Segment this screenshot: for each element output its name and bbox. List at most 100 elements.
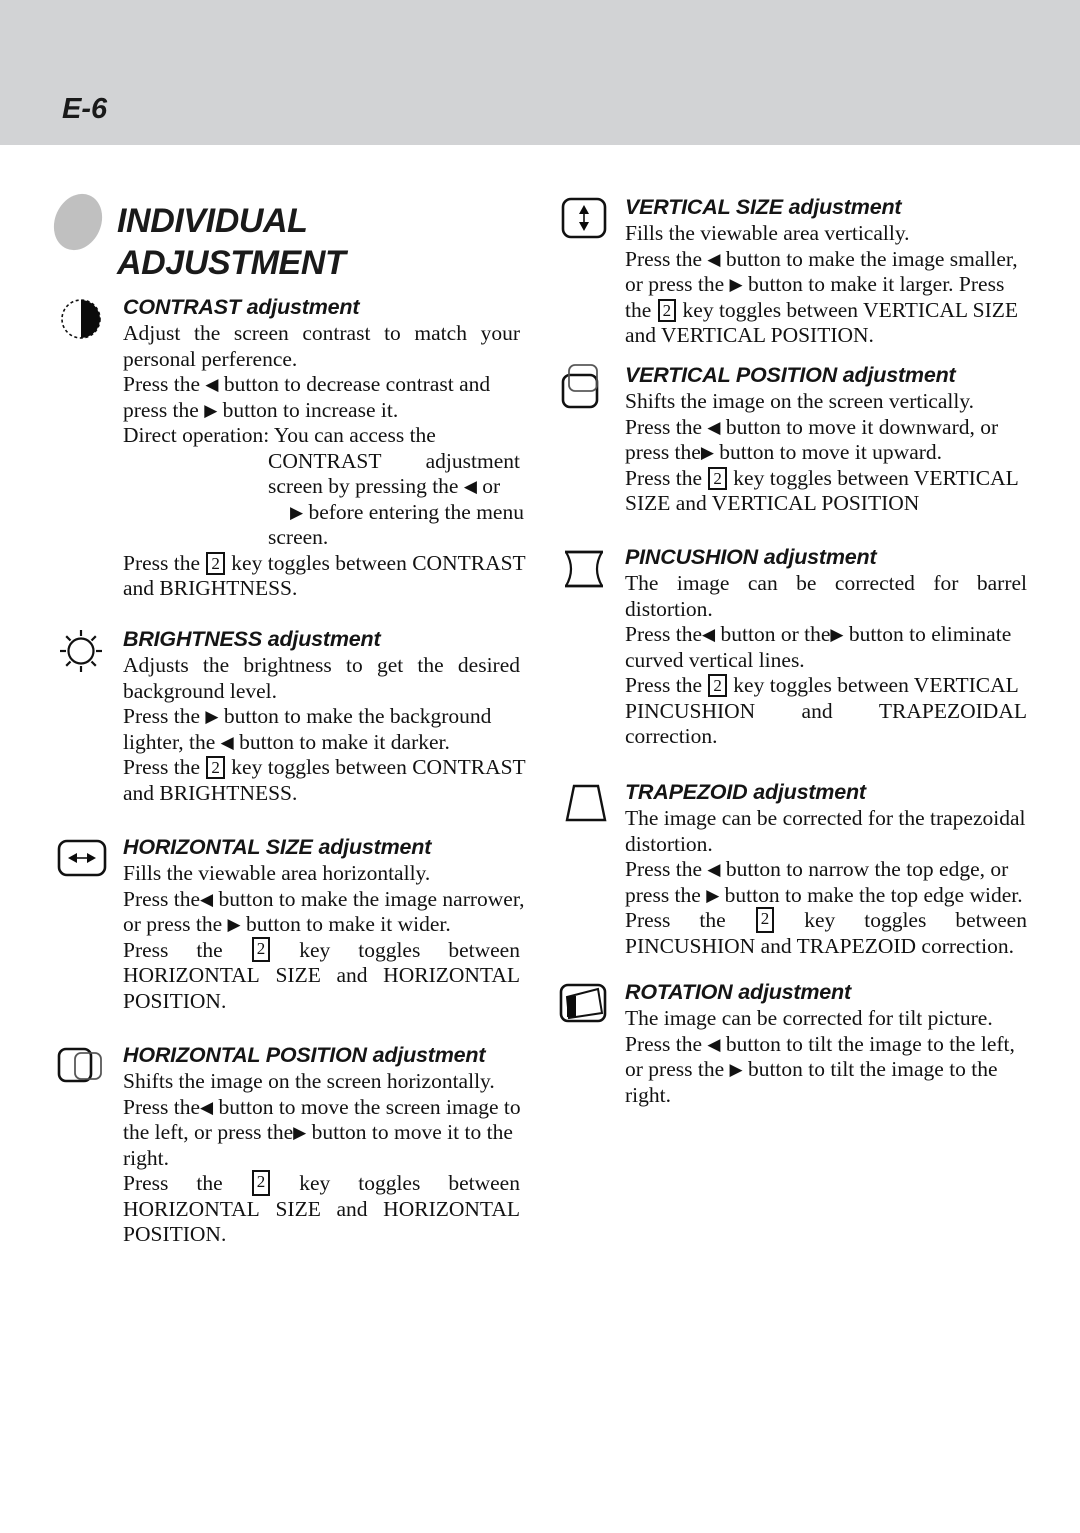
text-span: SIZE and VERTICAL POSITION: [625, 491, 920, 515]
vertical-size-heading: VERTICAL SIZE adjustment: [625, 195, 902, 219]
text-span: button to make the image smaller,: [720, 246, 1018, 271]
page-title-line-1: INDIVIDUAL: [117, 202, 308, 240]
text-line: The image can be corrected for the trape…: [625, 806, 1027, 832]
text-span: Press the: [625, 857, 708, 881]
text-line: Press the ◀ button to decrease contrast …: [123, 372, 520, 398]
text-span: button to make the image narrower,: [213, 886, 525, 911]
text-span: and BRIGHTNESS.: [123, 780, 298, 805]
page-title: INDIVIDUAL ADJUSTMENT: [117, 200, 517, 284]
vertical-size-body: Fills the viewable area vertically. Pres…: [557, 221, 1027, 349]
text-line: Adjusts the brightness to get the desire…: [123, 653, 520, 679]
text-line: The image can be corrected for barrel: [625, 571, 1027, 597]
text-line: Press the 2 key toggles between CONTRAST: [123, 551, 526, 577]
text-span: Press: [123, 1171, 169, 1195]
section-rotation: ROTATION adjustment The image can be cor…: [557, 980, 1027, 1108]
text-span: key: [299, 937, 331, 962]
text-span: The image can be corrected for tilt pict…: [625, 1006, 993, 1030]
text-span: button to move it to the: [306, 1120, 513, 1144]
text-span: button to move it downward, or: [720, 414, 999, 439]
text-span: press the: [625, 440, 701, 464]
text-line: Press the 2 key toggles between VERTICAL: [625, 466, 1027, 492]
text-line: POSITION.: [123, 1222, 520, 1248]
text-span: PINCUSHION and TRAPEZOID correction.: [625, 933, 1014, 958]
right-arrow-icon: ▶: [706, 885, 720, 905]
horizontal-position-icon: [55, 1043, 113, 1093]
left-arrow-icon: ◀: [702, 625, 716, 644]
text-span: button to eliminate: [843, 622, 1012, 646]
text-span: button to make the top edge wider.: [719, 882, 1023, 907]
right-arrow-icon: ▶: [227, 915, 241, 934]
text-span: Press the: [123, 1094, 201, 1119]
text-span: key toggles between VERTICAL SIZE: [677, 297, 1019, 322]
left-arrow-icon: ◀: [707, 1034, 721, 1054]
text-line: Press the ▶ button to make the backgroun…: [123, 704, 520, 730]
right-arrow-icon: ▶: [204, 400, 218, 420]
text-span: and: [336, 1196, 368, 1221]
text-span: right.: [625, 1082, 671, 1107]
key-2-badge: 2: [708, 466, 727, 490]
vertical-position-body: Shifts the image on the screen verticall…: [557, 389, 1027, 517]
text-span: Press the: [625, 673, 708, 697]
page-number-label: E-6: [62, 93, 108, 125]
contrast-heading: CONTRAST adjustment: [123, 295, 360, 319]
text-span: correction.: [625, 724, 718, 748]
key-2-badge: 2: [206, 756, 225, 779]
text-span: CONTRAST adjustment: [268, 448, 520, 473]
text-span: toggles: [864, 908, 927, 932]
text-span: distortion.: [625, 831, 713, 856]
text-span: Press the: [123, 704, 206, 728]
text-span: Adjusts the brightness to get the desire…: [123, 653, 520, 677]
text-span: key toggles between CONTRAST: [225, 755, 526, 779]
horizontal-position-heading: HORIZONTAL POSITION adjustment: [123, 1043, 486, 1067]
rotation-icon: [557, 980, 615, 1030]
text-line: HORIZONTAL SIZE and HORIZONTAL: [123, 1197, 520, 1223]
text-span: key: [299, 1171, 331, 1195]
text-line: distortion.: [625, 832, 1027, 858]
text-span: toggles: [358, 937, 421, 962]
text-span: press the: [123, 397, 205, 422]
text-span: button to tilt the image to the: [742, 1057, 998, 1081]
text-span: HORIZONTAL: [383, 963, 520, 987]
key-2-badge: 2: [206, 551, 225, 575]
page-title-line-2: ADJUSTMENT: [117, 244, 346, 282]
text-line: and BRIGHTNESS.: [123, 781, 520, 807]
text-line: Fills the viewable area vertically.: [625, 221, 1027, 247]
text-span: curved vertical lines.: [625, 647, 805, 672]
text-line: Press the◀ button to move the screen ima…: [123, 1094, 521, 1121]
horizontal-size-body: Fills the viewable area horizontally. Pr…: [55, 861, 525, 1014]
text-span: Press the: [625, 465, 708, 490]
section-contrast: CONTRAST adjustment Adjust the screen co…: [55, 295, 526, 602]
text-span: key: [804, 908, 836, 932]
text-span: PINCUSHION: [625, 698, 756, 723]
rotation-heading: ROTATION adjustment: [625, 980, 851, 1004]
text-span: TRAPEZOIDAL: [878, 698, 1027, 723]
text-span: between: [448, 1171, 520, 1195]
text-line: Press the 2 key toggles between: [123, 1170, 520, 1197]
text-span: SIZE: [275, 963, 321, 987]
text-span: button to make it larger. Press: [742, 272, 1005, 296]
left-arrow-icon: ◀: [707, 249, 721, 269]
left-arrow-icon: ◀: [707, 417, 721, 437]
text-span: Press: [625, 908, 671, 932]
text-span: button to make the background: [218, 704, 492, 728]
sun-icon: [55, 627, 113, 677]
text-line: Press the 2 key toggles between: [625, 907, 1027, 934]
text-line: or press the ▶ button to tilt the image …: [625, 1057, 1027, 1083]
text-span: and: [336, 963, 368, 987]
text-line: The image can be corrected for tilt pict…: [625, 1006, 1027, 1032]
text-line: Direct operation: You can access the: [123, 423, 520, 449]
text-span: or press the: [123, 912, 228, 936]
text-span: before entering the menu: [303, 499, 524, 524]
vertical-position-heading: VERTICAL POSITION adjustment: [625, 363, 956, 387]
text-span: button to narrow the top edge, or: [720, 857, 1009, 881]
vertical-position-icon: [557, 363, 615, 413]
right-arrow-icon: ▶: [729, 1060, 743, 1079]
text-line: PINCUSHION and TRAPEZOID correction.: [625, 934, 1027, 960]
left-arrow-icon: ◀: [205, 375, 219, 394]
text-line: Press the ◀ button to tilt the image to …: [625, 1032, 1027, 1058]
text-line: Press the◀ button or the▶ button to elim…: [625, 622, 1027, 648]
section-horizontal-position: HORIZONTAL POSITION adjustment Shifts th…: [55, 1043, 521, 1248]
text-span: screen.: [268, 525, 329, 549]
text-span: or press the: [625, 1057, 730, 1081]
section-vertical-size: VERTICAL SIZE adjustment Fills the viewa…: [557, 195, 1027, 349]
